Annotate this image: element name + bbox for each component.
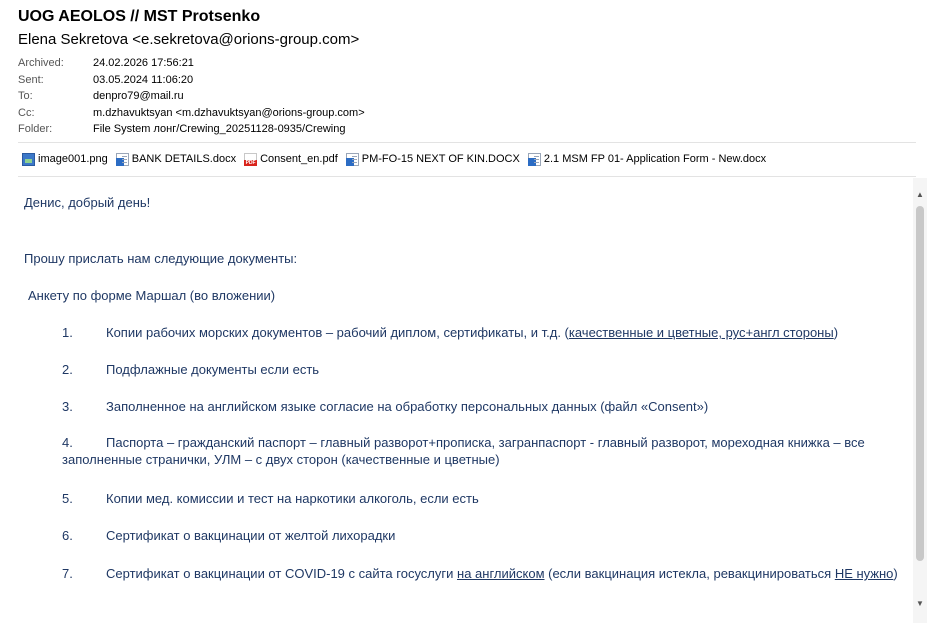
list-text-tail: )	[893, 566, 898, 581]
list-item: 7. Сертификат о вакцинации от COVID-19 с …	[62, 565, 904, 582]
list-item: 3. Заполненное на английском языке соглас…	[62, 398, 904, 415]
word-document-icon	[527, 152, 541, 166]
form-line-text: Анкету по форме Маршал (во вложении)	[28, 288, 276, 303]
email-sender: Elena Sekretova <e.sekretova@orions-grou…	[18, 31, 360, 48]
list-item: 5. Копии мед. комиссии и тест на наркотик…	[62, 490, 904, 507]
meta-key: Cc:	[18, 106, 35, 119]
list-text: Сертификат о вакцинации от желтой лихора…	[106, 528, 396, 543]
meta-value: File System лонг/Crewing_20251128-0935/C…	[93, 123, 346, 135]
word-document-icon	[115, 152, 129, 166]
scroll-down-icon[interactable]: ▼	[913, 597, 927, 611]
list-text: Заполненное на английском языке согласие…	[106, 399, 709, 414]
attachment-name: image001.png	[38, 153, 108, 165]
image-file-icon	[22, 152, 35, 166]
attachment-name: BANK DETAILS.docx	[131, 153, 237, 165]
attachment-next-of-kin[interactable]: PM-FO-15 NEXT OF KIN.DOCX	[345, 152, 520, 166]
list-text: Сертификат о вакцинации от COVID-19 с са…	[106, 566, 458, 581]
list-text: Копии мед. комиссии и тест на наркотики …	[106, 491, 479, 506]
meta-sent: Sent: 03.05.2024 11:06:20	[18, 72, 365, 89]
list-item: 2. Подфлажные документы если есть	[62, 361, 904, 378]
meta-folder: Folder: File System лонг/Crewing_2025112…	[18, 121, 365, 138]
meta-cc: Cc: m.dzhavuktsyan <m.dzhavuktsyan@orion…	[18, 105, 365, 122]
attachment-image001[interactable]: image001.png	[22, 152, 108, 166]
attachment-name: Consent_en.pdf	[260, 153, 338, 165]
word-document-icon	[345, 152, 359, 166]
list-number: 2.	[62, 362, 73, 377]
meta-to: To: denpro79@mail.ru	[18, 88, 365, 105]
scroll-up-icon[interactable]: ▲	[913, 188, 927, 202]
meta-value: m.dzhavuktsyan <m.dzhavuktsyan@orions-gr…	[93, 106, 365, 119]
list-text: Копии рабочих морских документов – рабоч…	[106, 325, 569, 340]
list-number: 5.	[62, 491, 73, 506]
header-divider	[18, 142, 916, 143]
email-body: Денис, добрый день! Прошу прислать нам с…	[18, 178, 913, 623]
underlined-text: на английском	[457, 566, 545, 581]
meta-key: To:	[18, 90, 33, 102]
vertical-scrollbar[interactable]: ▲ ▼	[913, 178, 927, 623]
list-number: 7.	[62, 566, 73, 581]
attachment-bank-details[interactable]: BANK DETAILS.docx	[115, 152, 237, 166]
email-subject: UOG AEOLOS // MST Protsenko	[18, 8, 261, 25]
list-item: 6. Сертификат о вакцинации от желтой лихо…	[62, 527, 904, 544]
list-number: 3.	[62, 399, 73, 414]
list-number: 1.	[62, 325, 73, 340]
list-item: 1. Копии рабочих морских документов – раб…	[62, 324, 904, 341]
pdf-file-icon	[244, 152, 258, 166]
meta-value: denpro79@mail.ru	[93, 90, 184, 102]
list-text-tail: (если вакцинация истекла, ревакцинироват…	[544, 566, 835, 581]
meta-value: 03.05.2024 11:06:20	[93, 73, 194, 86]
list-text: Паспорта – гражданский паспорт – главный…	[62, 435, 865, 467]
list-text-tail: )	[833, 325, 839, 340]
attachment-application-form[interactable]: 2.1 MSM FP 01- Application Form - New.do…	[527, 152, 767, 166]
meta-archived: Archived: 24.02.2026 17:56:21	[18, 55, 365, 72]
list-text: Подфлажные документы если есть	[106, 362, 320, 377]
scrollbar-thumb[interactable]	[916, 206, 924, 561]
request-text: Прошу прислать нам следующие документы:	[24, 251, 298, 266]
meta-key: Archived:	[18, 57, 64, 69]
attachments-divider	[18, 176, 916, 177]
meta-value: 24.02.2026 17:56:21	[93, 57, 194, 69]
attachment-bar: image001.png BANK DETAILS.docx Consent_e…	[22, 149, 774, 169]
list-item: 4. Паспорта – гражданский паспорт – главн…	[62, 434, 904, 468]
meta-key: Folder:	[18, 123, 53, 135]
greeting-text: Денис, добрый день!	[24, 195, 151, 210]
underlined-text: качественные и цветные, рус+англ стороны	[568, 325, 834, 340]
list-number: 4.	[62, 435, 73, 450]
meta-key: Sent:	[18, 73, 44, 86]
underlined-text: НЕ нужно	[834, 566, 894, 581]
email-meta: Archived: 24.02.2026 17:56:21 Sent: 03.0…	[18, 55, 365, 138]
attachment-name: 2.1 MSM FP 01- Application Form - New.do…	[543, 153, 767, 165]
list-number: 6.	[62, 528, 73, 543]
attachment-name: PM-FO-15 NEXT OF KIN.DOCX	[361, 153, 520, 165]
attachment-consent-pdf[interactable]: Consent_en.pdf	[244, 152, 338, 166]
